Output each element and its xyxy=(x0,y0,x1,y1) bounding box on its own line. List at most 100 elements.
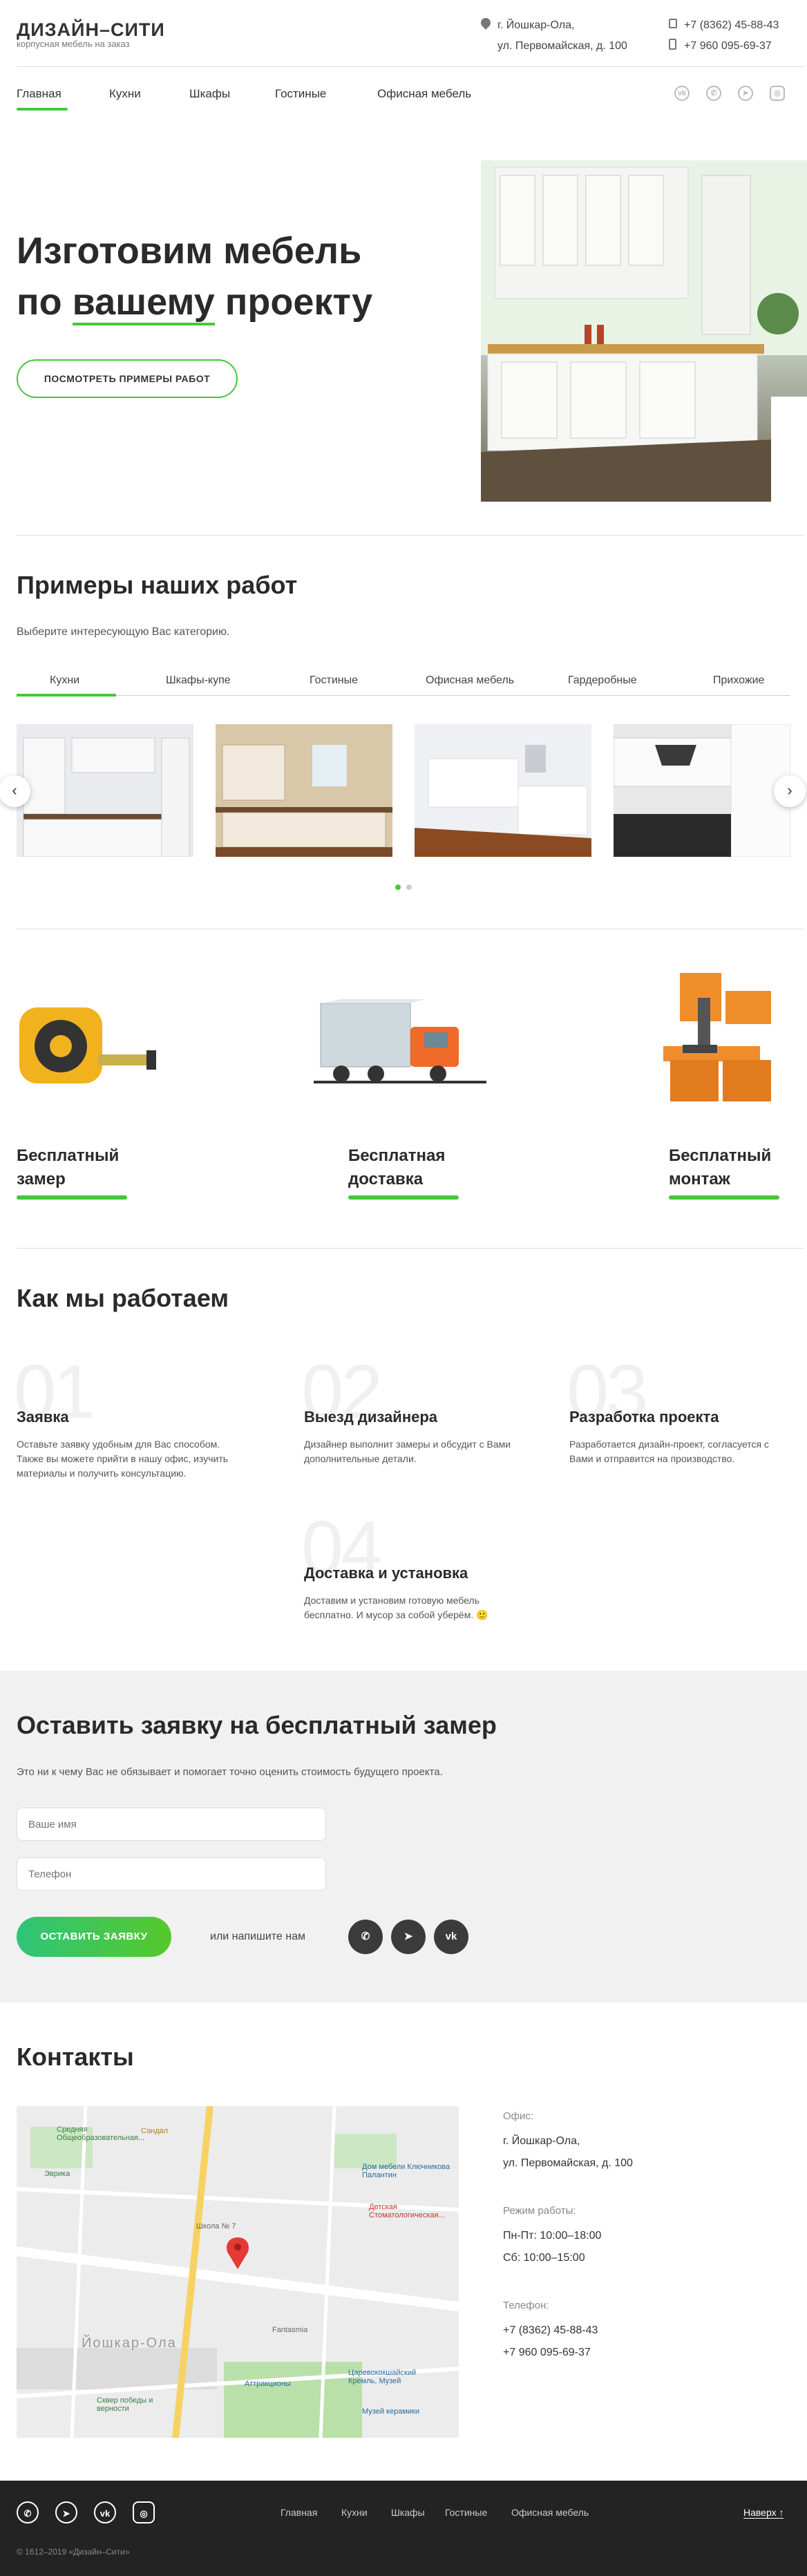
divider xyxy=(17,66,804,67)
step-title: Доставка и установка xyxy=(304,1564,468,1582)
header-phone2[interactable]: +7 960 095-69-37 xyxy=(684,36,779,57)
step-text: Разработается дизайн-проект, согласуется… xyxy=(569,1439,769,1464)
nav-living-rooms[interactable]: Гостиные xyxy=(275,87,326,101)
mobile-icon xyxy=(669,39,676,50)
contact-phone2[interactable]: +7 960 095-69-37 xyxy=(503,2342,633,2364)
tab-kitchens[interactable]: Кухни xyxy=(50,674,79,687)
map-label: Детская Стоматологическая... xyxy=(369,2203,445,2219)
slider-next-arrow[interactable]: › xyxy=(774,775,806,807)
footer-nav-kitchens[interactable]: Кухни xyxy=(341,2507,368,2518)
tab-wardrobes[interactable]: Шкафы-купе xyxy=(166,674,231,687)
whatsapp-icon[interactable]: ✆ xyxy=(706,86,721,101)
copyright: © 1612–2019 «Дизайн–Сити» xyxy=(17,2547,130,2557)
feature-underline xyxy=(17,1195,127,1200)
footer-nav-living-rooms[interactable]: Гостиные xyxy=(445,2507,487,2518)
office-line1: г. Йошкар-Ола, xyxy=(503,2135,580,2147)
header-phones: +7 (8362) 45-88-43 +7 960 095-69-37 xyxy=(684,15,779,57)
divider xyxy=(17,535,804,536)
footer-nav-office[interactable]: Офисная мебель xyxy=(511,2507,589,2518)
feature-free-measure: Бесплатный замер xyxy=(17,1146,120,1188)
feature-free-delivery: Бесплатная доставка xyxy=(348,1146,446,1188)
office-label: Офис: xyxy=(503,2110,534,2122)
form-subtitle: Это ни к чему Вас не обязывает и помогае… xyxy=(17,1766,443,1778)
feature-underline xyxy=(669,1195,779,1200)
feature-underline xyxy=(348,1195,459,1200)
submit-request-button[interactable]: ОСТАВИТЬ ЗАЯВКУ xyxy=(17,1917,171,1957)
step-text: Доставим и установим готовую мебель бесп… xyxy=(304,1595,488,1620)
map-label: Сандал xyxy=(141,2127,169,2135)
hours-line2: Сб: 10:00–15:00 xyxy=(503,2252,585,2264)
view-works-button[interactable]: ПОСМОТРЕТЬ ПРИМЕРЫ РАБОТ xyxy=(17,359,238,398)
nav-home[interactable]: Главная xyxy=(17,87,61,101)
office-line2: ул. Первомайская, д. 100 xyxy=(503,2157,633,2169)
tab-dressing-rooms[interactable]: Гардеробные xyxy=(568,674,637,687)
whatsapp-icon[interactable]: ✆ xyxy=(17,2501,39,2523)
step-title: Выезд дизайнера xyxy=(304,1408,438,1426)
footer-nav-home[interactable]: Главная xyxy=(281,2507,317,2518)
logo-title[interactable]: ДИЗАЙН–СИТИ xyxy=(17,19,165,41)
logo-subtitle: корпусная мебель на заказ xyxy=(17,39,130,49)
map-label: Музей керамики xyxy=(362,2407,419,2416)
work-thumb[interactable] xyxy=(216,724,392,857)
footer-nav-wardrobes[interactable]: Шкафы xyxy=(391,2507,425,2518)
delivery-truck-icon xyxy=(314,999,486,1092)
slider-dot[interactable] xyxy=(406,884,412,890)
nav-wardrobes[interactable]: Шкафы xyxy=(189,87,230,101)
nav-kitchens[interactable]: Кухни xyxy=(109,87,141,101)
slider-dot-active[interactable] xyxy=(395,884,401,890)
step-title: Разработка проекта xyxy=(569,1408,719,1426)
tab-active-indicator xyxy=(17,694,116,697)
hero-title: Изготовим мебель по вашему проекту xyxy=(17,225,372,328)
telegram-icon[interactable]: ➤ xyxy=(738,86,753,101)
hero-title-post: проекту xyxy=(214,281,373,323)
tab-office[interactable]: Офисная мебель xyxy=(426,674,514,687)
step-text: Оставьте заявку удобным для Вас способом… xyxy=(17,1439,229,1479)
telegram-icon[interactable]: ➤ xyxy=(391,1920,426,1954)
contact-phone1[interactable]: +7 (8362) 45-88-43 xyxy=(503,2320,633,2342)
work-thumb[interactable] xyxy=(614,724,790,857)
map-label: Средняя Общеобразовательная... xyxy=(57,2125,145,2142)
tape-measure-icon xyxy=(17,1002,158,1088)
hours-line1: Пн-Пт: 10:00–18:00 xyxy=(503,2230,602,2242)
map-label: Аттракционы xyxy=(245,2380,291,2388)
divider xyxy=(17,1248,804,1249)
map-label: Fantasmia xyxy=(272,2326,308,2334)
slider-prev-arrow[interactable]: ‹ xyxy=(0,775,30,807)
work-thumb[interactable] xyxy=(17,724,193,857)
works-title: Примеры наших работ xyxy=(17,571,298,599)
vk-icon[interactable]: vk xyxy=(94,2501,116,2523)
footer xyxy=(0,2481,807,2576)
tab-living-rooms[interactable]: Гостиные xyxy=(310,674,358,687)
form-title: Оставить заявку на бесплатный замер xyxy=(17,1711,497,1739)
phone-icon xyxy=(669,19,677,28)
vk-icon[interactable]: vk xyxy=(434,1920,468,1954)
map-label: Сквер победы и верности xyxy=(97,2396,153,2413)
step-text: Дизайнер выполнит замеры и обсудит с Вам… xyxy=(304,1439,511,1464)
location-pin-icon xyxy=(479,16,493,30)
whatsapp-icon[interactable]: ✆ xyxy=(348,1920,383,1954)
or-write-us-text: или напишите нам xyxy=(210,1931,305,1942)
vk-icon[interactable]: vk xyxy=(674,86,690,101)
hero-title-line1: Изготовим мебель xyxy=(17,230,362,272)
tabs-divider xyxy=(17,695,790,696)
address-line1: г. Йошкар-Ола, xyxy=(497,19,575,31)
hero-kitchen-image xyxy=(481,148,807,502)
telegram-icon[interactable]: ➤ xyxy=(55,2501,77,2523)
work-thumb[interactable] xyxy=(415,724,591,857)
location-map[interactable]: Сандал Эврика Средняя Общеобразовательна… xyxy=(17,2106,459,2438)
phone-label: Телефон: xyxy=(503,2300,549,2311)
header-phone1[interactable]: +7 (8362) 45-88-43 xyxy=(684,15,779,36)
instagram-icon[interactable]: ◎ xyxy=(133,2501,155,2523)
back-to-top-link[interactable]: Наверх ↑ xyxy=(743,2507,784,2519)
phone-input[interactable] xyxy=(17,1857,326,1891)
how-title: Как мы работаем xyxy=(17,1284,229,1312)
header-address: г. Йошкар-Ола, ул. Первомайская, д. 100 xyxy=(497,15,627,57)
works-subtitle: Выберите интересующую Вас категорию. xyxy=(17,626,230,638)
instagram-icon[interactable]: ◎ xyxy=(770,86,785,101)
map-label: Царевококшайский Кремль, Музей xyxy=(348,2369,417,2385)
map-label: Дом мебели Ключникова Палантин xyxy=(362,2163,450,2179)
name-input[interactable] xyxy=(17,1808,326,1841)
hero-title-pre: по xyxy=(17,281,73,323)
nav-office-furniture[interactable]: Офисная мебель xyxy=(377,87,471,101)
tab-hallways[interactable]: Прихожие xyxy=(713,674,764,687)
